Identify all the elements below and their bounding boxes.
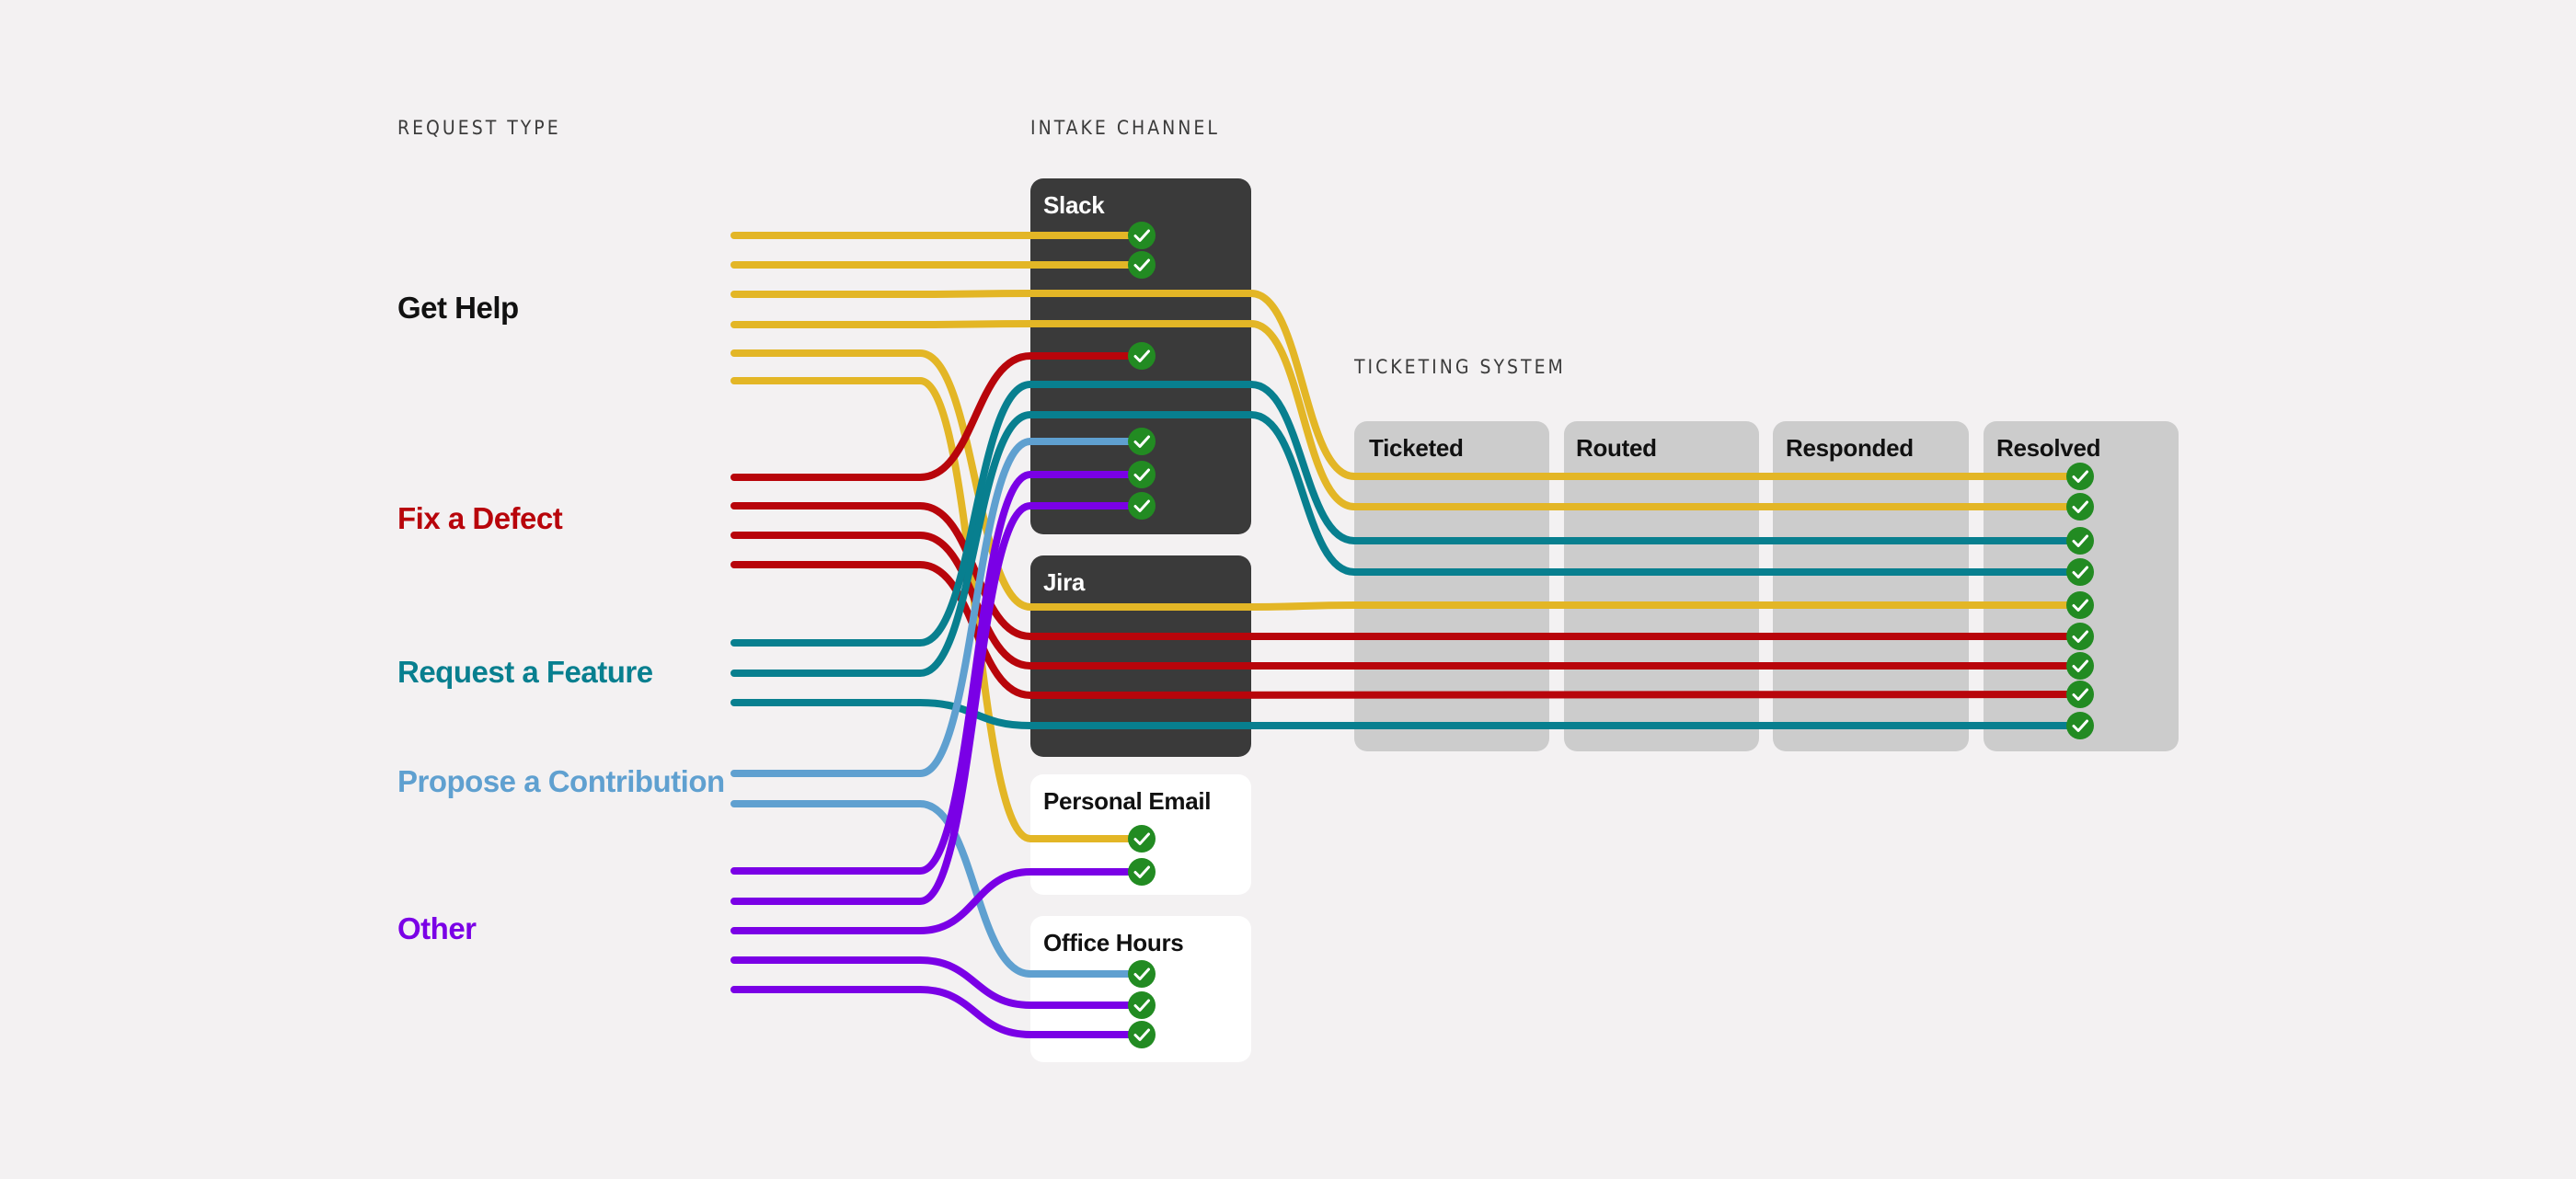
check-circle-icon <box>2066 493 2094 521</box>
check-circle-icon <box>2066 463 2094 490</box>
flow-line-fix_defect <box>730 532 2084 670</box>
check-circle-icon <box>1128 825 1156 853</box>
check-circle-icon <box>1128 960 1156 988</box>
flow-lines <box>730 222 2094 1048</box>
flow-line-get_help <box>730 290 2084 480</box>
check-circle-icon <box>2066 623 2094 650</box>
check-circle-icon <box>2066 652 2094 680</box>
check-circle-icon <box>1128 222 1156 249</box>
check-circle-icon <box>1128 1021 1156 1048</box>
check-circle-icon <box>1128 428 1156 455</box>
flow-line-request_feature <box>730 699 2084 729</box>
check-circle-icon <box>2066 591 2094 619</box>
flow-line-other <box>730 956 1145 1009</box>
check-circle-icon <box>1128 251 1156 279</box>
check-circle-icon <box>1128 342 1156 370</box>
check-circle-icon <box>1128 991 1156 1019</box>
check-circle-icon <box>1128 858 1156 886</box>
check-circle-icon <box>2066 527 2094 555</box>
check-circle-icon <box>2066 681 2094 708</box>
check-circle-icon <box>2066 558 2094 586</box>
flow-line-other <box>730 986 1145 1038</box>
check-circle-icon <box>2066 712 2094 739</box>
check-circle-icon <box>1128 461 1156 488</box>
check-circle-icon <box>1128 492 1156 520</box>
